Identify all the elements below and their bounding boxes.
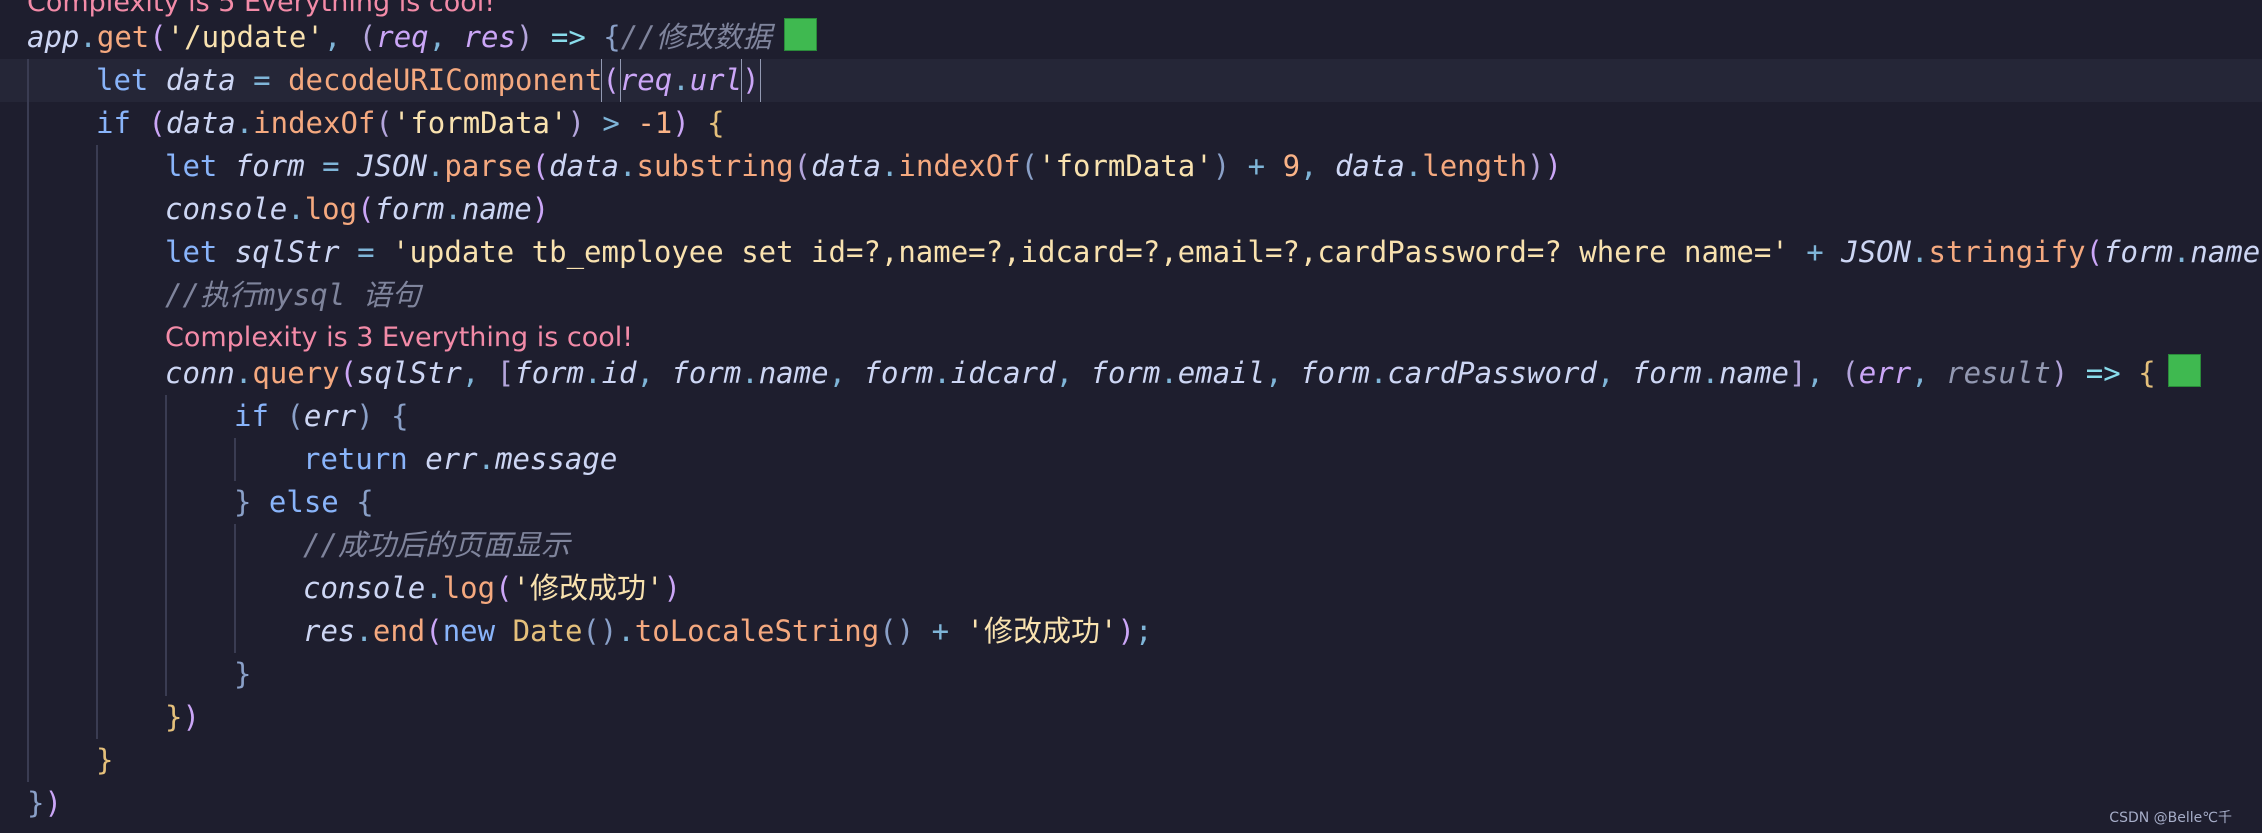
code-line-6[interactable]: let sqlStr = 'update tb_employee set id=…: [0, 231, 2262, 274]
complexity-indicator-icon[interactable]: [2167, 354, 2201, 387]
codelens-complexity-inner[interactable]: Complexity is 3 Everything is cool!: [165, 321, 633, 355]
code-line-8[interactable]: conn.query(sqlStr, [form.id, form.name, …: [0, 352, 2262, 395]
code-line-10[interactable]: return err.message: [0, 438, 2262, 481]
code-line-14[interactable]: res.end(new Date().toLocaleString() + '修…: [0, 610, 2262, 653]
complexity-indicator-icon[interactable]: [783, 18, 817, 51]
code-comment: //修改数据: [620, 20, 772, 54]
code-line-2[interactable]: let data = decodeURIComponent(req.url): [0, 59, 2262, 102]
code-line-11[interactable]: } else {: [0, 481, 2262, 524]
code-line-12[interactable]: //成功后的页面显示: [0, 524, 2262, 567]
code-line-4[interactable]: let form = JSON.parse(data.substring(dat…: [0, 145, 2262, 188]
code-editor[interactable]: Complexity is 5 Everything is cool! app.…: [0, 0, 2262, 833]
code-line-18[interactable]: }): [0, 782, 2262, 825]
code-line-7[interactable]: //执行mysql 语句: [0, 274, 2262, 317]
bracket-match-cursor: ): [741, 59, 761, 102]
code-comment: //成功后的页面显示: [303, 528, 570, 562]
code-line-1[interactable]: app.get('/update', (req, res) => {//修改数据: [0, 16, 2262, 59]
sql-string: 'update tb_employee set id=?,name=?,idca…: [392, 235, 1789, 269]
code-line-9[interactable]: if (err) {: [0, 395, 2262, 438]
code-comment: //执行mysql 语句: [165, 278, 421, 312]
code-line-15[interactable]: }: [0, 653, 2262, 696]
code-line-13[interactable]: console.log('修改成功'): [0, 567, 2262, 610]
route-string: '/update': [166, 20, 324, 54]
code-line-17[interactable]: }: [0, 739, 2262, 782]
code-line-5[interactable]: console.log(form.name): [0, 188, 2262, 231]
watermark: CSDN @Belle℃千: [2109, 810, 2232, 826]
code-line-16[interactable]: }): [0, 696, 2262, 739]
code-line-3[interactable]: if (data.indexOf('formData') > -1) {: [0, 102, 2262, 145]
